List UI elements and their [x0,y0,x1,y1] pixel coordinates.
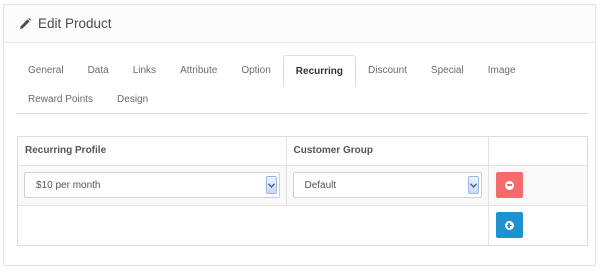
add-cell [487,204,587,245]
action-cell [487,164,587,206]
panel-heading: Edit Product [4,5,595,43]
profile-cell: $10 per month [18,164,287,206]
table-row [18,204,587,245]
table-row: $10 per month Default [18,164,587,206]
tab-image[interactable]: Image [476,55,528,87]
plus-circle-icon [504,220,514,230]
edit-product-panel: Edit Product General Data Links Attribut… [3,4,596,266]
tab-discount[interactable]: Discount [356,55,419,87]
recurring-table: Recurring Profile Customer Group $10 per… [17,136,588,246]
chevron-down-icon[interactable] [265,176,277,194]
tab-option[interactable]: Option [229,55,282,87]
tab-general[interactable]: General [16,55,76,87]
header-action [487,137,587,166]
tab-special[interactable]: Special [419,55,476,87]
remove-recurring-button[interactable] [495,172,523,198]
customer-group-select[interactable]: Default [292,172,482,198]
pencil-icon [18,17,32,31]
header-recurring-profile: Recurring Profile [18,137,287,166]
tab-row-primary: General Data Links Attribute Option Recu… [16,55,588,87]
recurring-profile-select[interactable]: $10 per month [24,172,280,198]
tab-attribute[interactable]: Attribute [168,55,229,87]
group-cell: Default [285,164,489,206]
table-header-row: Recurring Profile Customer Group [18,137,587,166]
customer-group-value: Default [304,179,337,191]
chevron-down-icon[interactable] [467,176,479,194]
page-title: Edit Product [38,16,112,31]
recurring-profile-value: $10 per month [36,179,101,191]
tab-links[interactable]: Links [121,55,168,87]
tab-recurring[interactable]: Recurring [282,55,357,87]
minus-circle-icon [504,180,514,190]
tab-row-secondary: Reward Points Design [16,87,588,114]
header-customer-group: Customer Group [285,137,489,166]
tab-reward-points[interactable]: Reward Points [16,87,105,113]
tab-data[interactable]: Data [76,55,121,87]
empty-cell [18,204,489,245]
add-recurring-button[interactable] [495,212,523,239]
product-tabs: General Data Links Attribute Option Recu… [16,55,588,114]
tab-design[interactable]: Design [105,87,160,113]
